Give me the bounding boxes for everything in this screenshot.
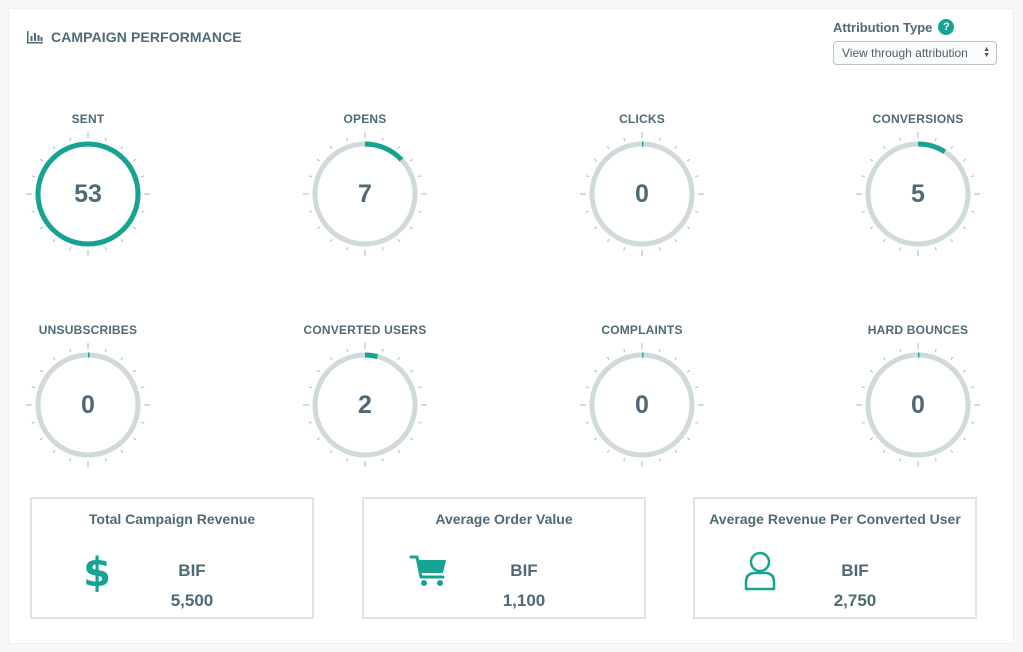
metric-value: 5 <box>911 179 925 208</box>
page-title: CAMPAIGN PERFORMANCE <box>51 29 242 45</box>
metric-value: 0 <box>635 390 649 419</box>
revbox-value: 2,750 <box>833 591 877 610</box>
metric-label: UNSUBSCRIBES <box>38 323 138 337</box>
total-campaign-revenue-box: Total Campaign Revenue $ BIF 5,500 <box>30 497 314 619</box>
attribution-type-select[interactable]: View through attribution ▲ ▼ <box>833 41 997 65</box>
metric-value: 2 <box>358 390 372 419</box>
metric-value: 7 <box>358 179 372 208</box>
metric-clicks: CLICKS 0 <box>562 111 722 256</box>
metric-label: CONVERTED USERS <box>303 323 427 337</box>
bar-chart-icon <box>27 30 43 44</box>
attribution-type-label: Attribution Type <box>833 19 933 35</box>
attribution-type-control: Attribution Type ? View through attribut… <box>833 19 997 65</box>
metric-opens: OPENS 7 <box>285 111 445 256</box>
revbox-currency: BIF <box>178 561 206 580</box>
average-order-value-box: Average Order Value BIF 1,100 <box>362 497 646 619</box>
select-arrows-icon: ▲ ▼ <box>983 46 990 59</box>
metric-unsubscribes: UNSUBSCRIBES 0 <box>8 322 168 467</box>
metric-value: 0 <box>81 390 95 419</box>
revbox-value: 5,500 <box>170 591 214 610</box>
metric-value: 0 <box>635 179 649 208</box>
metric-gauge: 7 <box>303 132 427 256</box>
metric-gauge: 0 <box>580 343 704 467</box>
help-icon[interactable]: ? <box>938 19 955 35</box>
metric-gauge: 0 <box>856 343 980 467</box>
metric-label: CONVERSIONS <box>872 112 964 126</box>
metric-sent: SENT 53 <box>8 111 168 256</box>
metric-value: 0 <box>911 390 925 419</box>
revbox-currency: BIF <box>510 561 538 580</box>
metric-value: 53 <box>74 179 102 208</box>
metric-gauge: 53 <box>26 132 150 256</box>
revbox-title: Average Revenue Per Converted User <box>709 511 961 527</box>
revbox-title: Average Order Value <box>435 511 573 527</box>
metric-complaints: COMPLAINTS 0 <box>562 322 722 467</box>
revbox-title: Total Campaign Revenue <box>88 511 256 527</box>
revbox-currency: BIF <box>841 561 869 580</box>
metric-label: COMPLAINTS <box>601 323 683 337</box>
metric-gauge: 0 <box>26 343 150 467</box>
revbox-value: 1,100 <box>502 591 546 610</box>
metric-converted-users: CONVERTED USERS 2 <box>285 322 445 467</box>
metric-conversions: CONVERSIONS 5 <box>838 111 998 256</box>
metric-label: CLICKS <box>619 112 665 126</box>
metric-label: SENT <box>71 112 105 126</box>
metric-hard-bounces: HARD BOUNCES 0 <box>838 322 998 467</box>
metric-label: OPENS <box>343 112 387 126</box>
section-title: CAMPAIGN PERFORMANCE <box>27 29 242 45</box>
average-revenue-per-converted-user-box: Average Revenue Per Converted User BIF 2… <box>693 497 977 619</box>
metric-gauge: 2 <box>303 343 427 467</box>
metric-gauge: 0 <box>580 132 704 256</box>
metric-gauge: 5 <box>856 132 980 256</box>
attribution-selected-value: View through attribution <box>842 46 968 60</box>
metric-label: HARD BOUNCES <box>867 323 969 337</box>
